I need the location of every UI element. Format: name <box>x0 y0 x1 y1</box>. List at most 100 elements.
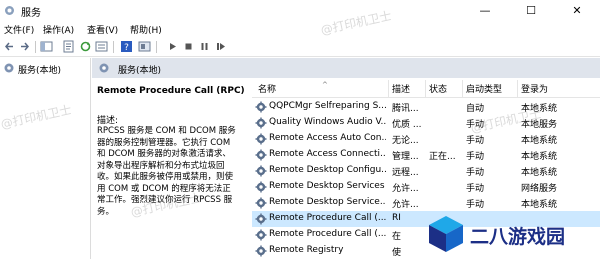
maximize-button[interactable]: ☐ <box>508 0 554 22</box>
forward-icon[interactable] <box>18 40 31 53</box>
console-icon[interactable] <box>138 40 151 53</box>
menu-bar: 文件(F) 操作(A) 查看(V) 帮助(H) <box>0 22 600 38</box>
service-gear-icon <box>255 197 267 209</box>
menu-view[interactable]: 查看(V) <box>87 23 118 36</box>
service-gear-icon <box>255 101 267 113</box>
service-gear-icon <box>255 149 267 161</box>
column-header-logon-as[interactable]: 登录为 <box>521 82 548 96</box>
window-title: 服务 <box>21 8 41 19</box>
toolbar-divider <box>156 41 157 53</box>
service-gear-icon <box>255 229 267 241</box>
logo-cube-icon <box>429 216 463 252</box>
column-divider[interactable] <box>425 80 426 97</box>
service-name: Remote Access Connecti... <box>269 149 386 159</box>
service-gear-icon <box>255 165 267 177</box>
description-line: 器的服务控制管理器。它执行 COM <box>97 137 231 148</box>
service-name: Remote Desktop Service... <box>269 197 386 207</box>
services-header-icon <box>99 63 109 73</box>
service-startup-type: 手动 <box>466 200 485 210</box>
restart-service-icon[interactable] <box>214 40 227 53</box>
service-logon-as: 网络服务 <box>521 184 558 194</box>
site-logo: 二八游戏园 <box>420 210 600 259</box>
description-line: 对象导出程序解析和分布式垃圾回 <box>97 160 225 171</box>
toolbar-divider <box>35 41 36 53</box>
show-tree-icon[interactable] <box>40 40 53 53</box>
description-line: 收。如果此服务被停用或禁用，则使 <box>97 172 234 182</box>
service-name: Quality Windows Audio V... <box>269 117 386 127</box>
service-description-cell: RI <box>392 213 401 223</box>
pause-service-icon[interactable] <box>198 40 211 53</box>
service-name: Remote Procedure Call (... <box>269 229 386 239</box>
service-title: Remote Procedure Call (RPC) <box>97 86 245 96</box>
column-header-status[interactable]: 状态 <box>429 82 447 96</box>
tree-item-label: 服务(本地) <box>18 66 62 76</box>
pane-header: 服务(本地) <box>92 58 600 78</box>
refresh-icon[interactable] <box>79 40 92 53</box>
menu-help[interactable]: 帮助(H) <box>130 23 162 36</box>
help-icon[interactable]: ? <box>120 40 133 53</box>
toolbar-divider <box>113 41 114 53</box>
service-row[interactable]: Remote Desktop Configu... 远程... 手动 本地系统 <box>252 163 600 179</box>
column-divider[interactable] <box>517 80 518 97</box>
minimize-button[interactable]: — <box>462 0 508 22</box>
service-gear-icon <box>255 245 267 257</box>
service-row[interactable]: Remote Desktop Service... 允许... 手动 本地系统 <box>252 195 600 211</box>
column-header-startup-type[interactable]: 启动类型 <box>466 82 502 96</box>
column-divider[interactable] <box>462 80 463 97</box>
service-name: Remote Registry <box>269 245 344 255</box>
close-button[interactable]: ✕ <box>554 0 600 22</box>
sort-up-icon: ^ <box>322 81 328 89</box>
service-description-cell: 管理... <box>392 152 419 162</box>
service-description-cell: 允许... <box>392 184 419 194</box>
service-status: 正在... <box>429 152 456 162</box>
service-logon-as: 本地系统 <box>521 200 558 210</box>
svg-text:?: ? <box>124 43 129 53</box>
column-divider[interactable] <box>388 80 389 97</box>
service-gear-icon <box>255 213 267 225</box>
export-list-icon[interactable] <box>95 40 108 53</box>
service-logon-as: 本地系统 <box>521 136 558 146</box>
service-gear-icon <box>255 133 267 145</box>
service-name: Remote Desktop Services <box>269 181 385 191</box>
services-app-icon <box>5 6 14 15</box>
service-row[interactable]: Remote Desktop Services 允许... 手动 网络服务 <box>252 179 600 195</box>
service-description-cell: 在 <box>392 232 402 242</box>
pane-header-title: 服务(本地) <box>118 66 162 76</box>
description-line: 和 DCOM 服务器的对象激活请求、 <box>97 149 231 159</box>
service-description-cell: 腾讯... <box>392 104 419 114</box>
column-header-description[interactable]: 描述 <box>392 82 410 96</box>
column-header-name[interactable]: 名称 ^ <box>258 81 328 96</box>
service-description-cell: 无论... <box>392 136 419 146</box>
service-row[interactable]: Remote Access Auto Con... 无论... 手动 本地系统 <box>252 131 600 147</box>
service-startup-type: 手动 <box>466 168 485 178</box>
logo-text: 二八游戏园 <box>470 226 566 248</box>
service-row[interactable]: QQPCMgr Selfreparing S... 腾讯... 自动 本地系统 <box>252 99 600 115</box>
service-description-cell: 允许... <box>392 200 419 210</box>
stop-service-icon[interactable] <box>182 40 195 53</box>
service-logon-as: 本地系统 <box>521 168 558 178</box>
service-logon-as: 本地系统 <box>521 152 558 162</box>
menu-file[interactable]: 文件(F) <box>4 23 34 36</box>
description-line: RPCSS 服务是 COM 和 DCOM 服务 <box>97 126 236 136</box>
service-gear-icon <box>255 117 267 129</box>
service-name: Remote Access Auto Con... <box>269 133 386 143</box>
service-row[interactable]: Quality Windows Audio V... 优质 ... 手动 本地服务 <box>252 115 600 131</box>
description-line: 用 COM 或 DCOM 的程序将无法正 <box>97 183 231 194</box>
tree-pane: 服务(本地) <box>0 58 91 259</box>
service-row[interactable]: Remote Access Connecti... 管理... 正在... 手动 本地系… <box>252 147 600 163</box>
column-header-label: 名称 <box>258 85 277 95</box>
services-node-icon <box>4 63 14 73</box>
header-divider <box>252 97 600 98</box>
back-icon[interactable] <box>3 40 16 53</box>
service-description-cell: 优质 ... <box>392 120 422 130</box>
description-label: 描述: <box>97 116 119 126</box>
service-gear-icon <box>255 181 267 193</box>
service-startup-type: 手动 <box>466 184 485 194</box>
properties-icon[interactable] <box>62 40 75 53</box>
service-name: Remote Procedure Call (... <box>269 213 386 223</box>
toolbar: ? <box>0 38 600 57</box>
title-bar: 服务 — ☐ ✕ <box>0 0 600 22</box>
service-detail-pane: Remote Procedure Call (RPC) 描述: RPCSS 服务… <box>92 78 250 259</box>
menu-action[interactable]: 操作(A) <box>43 23 74 36</box>
start-service-icon[interactable] <box>166 40 179 53</box>
